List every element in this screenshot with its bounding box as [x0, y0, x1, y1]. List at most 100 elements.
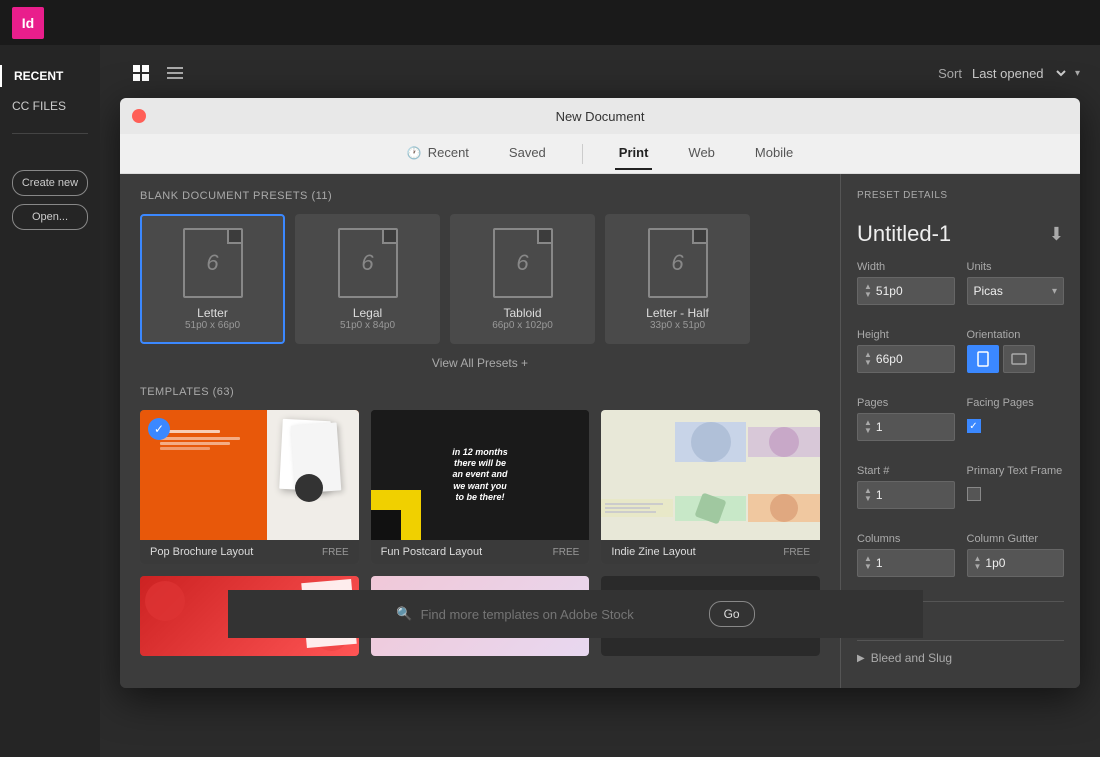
pages-spinners: ▲ ▼ — [864, 419, 872, 435]
go-button[interactable]: Go — [709, 601, 755, 627]
view-all-presets[interactable]: View All Presets + — [140, 356, 820, 370]
form-group-start: Start # ▲ ▼ — [857, 465, 955, 509]
landscape-btn[interactable] — [1003, 345, 1035, 373]
width-down-btn[interactable]: ▼ — [864, 291, 872, 299]
form-group-primary-text: Primary Text Frame — [967, 465, 1065, 509]
open-button[interactable]: Open... — [12, 204, 88, 230]
sidebar-item-recent[interactable]: RECENT — [0, 65, 100, 87]
primary-text-wrap — [967, 487, 1065, 501]
dialog-tabs: 🕐 Recent Saved Print Web Mobile — [120, 134, 1080, 174]
preset-size: 51p0 x 66p0 — [185, 320, 240, 331]
columns-input-wrap: ▲ ▼ — [857, 549, 955, 577]
height-input[interactable] — [876, 352, 948, 366]
preset-letter-half[interactable]: 6 Letter - Half 33p0 x 51p0 — [605, 214, 750, 344]
template-thumb: in 12 months there will be an event and … — [371, 410, 590, 540]
presets-section-label: BLANK DOCUMENT PRESETS (11) — [140, 190, 820, 202]
preset-name: Tabloid — [503, 306, 541, 320]
template-pop-brochure[interactable]: ✓ Pop Brochure Layout FREE — [140, 410, 359, 564]
search-templates-input[interactable] — [421, 607, 701, 622]
tab-mobile[interactable]: Mobile — [751, 137, 797, 170]
list-view-toggle[interactable] — [162, 62, 188, 89]
preset-legal[interactable]: 6 Legal 51p0 x 84p0 — [295, 214, 440, 344]
start-input[interactable] — [876, 488, 948, 502]
page-fold — [537, 230, 551, 244]
pages-down-btn[interactable]: ▼ — [864, 427, 872, 435]
grid-view-toggle[interactable] — [128, 62, 154, 89]
top-bar: Id — [0, 0, 1100, 45]
save-preset-icon[interactable]: ⬇ — [1049, 224, 1064, 245]
height-spinners: ▲ ▼ — [864, 351, 872, 367]
primary-text-checkbox[interactable] — [967, 487, 981, 501]
template-name: Fun Postcard Layout — [381, 546, 483, 558]
page-fold — [227, 230, 241, 244]
main-layout: RECENT CC FILES Create new Open... — [0, 45, 1100, 757]
template-indie-zine[interactable]: Indie Zine Layout FREE — [601, 410, 820, 564]
preset-icon: 6 — [648, 228, 708, 298]
sort-select[interactable]: Last opened Name Date modified — [968, 65, 1069, 82]
tab-recent[interactable]: 🕐 Recent — [403, 137, 473, 170]
template-thumb: ✓ — [140, 410, 359, 540]
form-group-orientation: Orientation — [967, 329, 1065, 373]
height-down-btn[interactable]: ▼ — [864, 359, 872, 367]
preset-tabloid[interactable]: 6 Tabloid 66p0 x 102p0 — [450, 214, 595, 344]
form-group-pages: Pages ▲ ▼ — [857, 397, 955, 441]
preset-letter[interactable]: 6 Letter 51p0 x 66p0 — [140, 214, 285, 344]
columns-spinners: ▲ ▼ — [864, 555, 872, 571]
view-area: Sort Last opened Name Date modified ▾ Ne… — [100, 45, 1100, 757]
facing-pages-wrap: ✓ — [967, 419, 1065, 433]
columns-down-btn[interactable]: ▼ — [864, 563, 872, 571]
units-select[interactable]: Picas Inches Millimeters Points Pixels — [974, 284, 1052, 298]
tab-web[interactable]: Web — [684, 137, 719, 170]
preset-size: 66p0 x 102p0 — [492, 320, 553, 331]
panel-section-label: PRESET DETAILS — [857, 190, 1064, 201]
primary-text-label: Primary Text Frame — [967, 465, 1065, 477]
form-row-height-orientation: Height ▲ ▼ Orientation — [857, 329, 1064, 373]
width-input[interactable] — [876, 284, 948, 298]
columns-input[interactable] — [876, 556, 948, 570]
sidebar-item-cc-files[interactable]: CC FILES — [0, 95, 100, 117]
column-gutter-input[interactable] — [985, 556, 1057, 570]
template-name: Pop Brochure Layout — [150, 546, 253, 558]
height-label: Height — [857, 329, 955, 341]
tab-print[interactable]: Print — [615, 137, 653, 170]
width-label: Width — [857, 261, 955, 273]
form-group-units: Units Picas Inches Millimeters Points Pi… — [967, 261, 1065, 305]
form-row-start-primary: Start # ▲ ▼ Primary Text Frame — [857, 465, 1064, 509]
templates-section-label: TEMPLATES (63) — [140, 386, 820, 398]
start-down-btn[interactable]: ▼ — [864, 495, 872, 503]
gutter-down-btn[interactable]: ▼ — [974, 563, 982, 571]
preset-icon: 6 — [183, 228, 243, 298]
dialog-close-btn[interactable] — [132, 109, 146, 123]
pages-input[interactable] — [876, 420, 948, 434]
portrait-btn[interactable] — [967, 345, 999, 373]
template-fun-postcard[interactable]: in 12 months there will be an event and … — [371, 410, 590, 564]
template-name: Indie Zine Layout — [611, 546, 695, 558]
search-icon: 🔍 — [396, 606, 412, 622]
orientation-label: Orientation — [967, 329, 1065, 341]
clock-icon: 🕐 — [407, 146, 422, 160]
start-label: Start # — [857, 465, 955, 477]
orientation-buttons — [967, 345, 1065, 373]
preset-icon: 6 — [493, 228, 553, 298]
template-selected-check: ✓ — [148, 418, 170, 440]
pages-label: Pages — [857, 397, 955, 409]
template-badge: FREE — [322, 547, 349, 558]
preset-size: 33p0 x 51p0 — [650, 320, 705, 331]
facing-pages-label: Facing Pages — [967, 397, 1065, 409]
start-spinners: ▲ ▼ — [864, 487, 872, 503]
preset-icon: 6 — [338, 228, 398, 298]
template-label: Indie Zine Layout FREE — [601, 540, 820, 564]
preset-name: Legal — [353, 306, 382, 320]
bleed-slug-label: Bleed and Slug — [871, 651, 952, 665]
bleed-slug-section[interactable]: ▶ Bleed and Slug — [857, 640, 1064, 665]
dialog-header: New Document — [120, 98, 1080, 134]
search-bar: 🔍 Go — [228, 590, 923, 638]
tab-saved[interactable]: Saved — [505, 137, 550, 170]
form-group-height: Height ▲ ▼ — [857, 329, 955, 373]
form-row-pages: Pages ▲ ▼ Facing Pages — [857, 397, 1064, 441]
preset-name: Letter — [197, 306, 228, 320]
dialog-title: New Document — [556, 109, 645, 124]
facing-pages-checkbox[interactable]: ✓ — [967, 419, 981, 433]
sort-label: Sort — [938, 66, 962, 81]
create-new-button[interactable]: Create new — [12, 170, 88, 196]
